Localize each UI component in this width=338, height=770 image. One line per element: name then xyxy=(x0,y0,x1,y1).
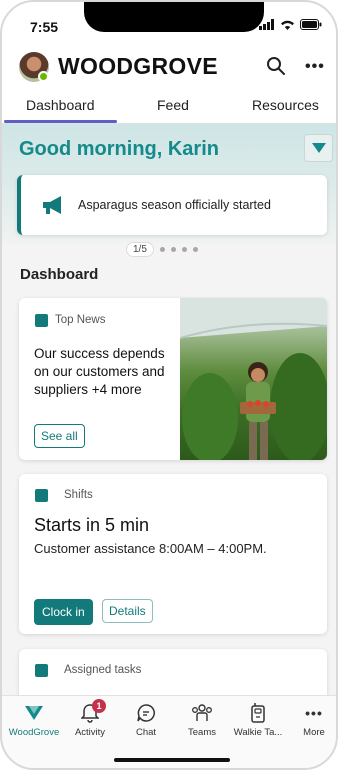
pager-dot[interactable] xyxy=(170,247,176,252)
teams-icon xyxy=(192,704,212,721)
tab-resources[interactable]: Resources xyxy=(252,97,319,113)
signal-icon xyxy=(259,19,274,30)
tab-dashboard[interactable]: Dashboard xyxy=(26,97,95,113)
shifts-card[interactable]: Shifts Starts in 5 min Customer assistan… xyxy=(19,474,327,634)
news-photo xyxy=(179,298,327,460)
clock-in-button[interactable]: Clock in xyxy=(34,599,93,625)
status-icons xyxy=(259,19,322,30)
announcement-text: Asparagus season officially started xyxy=(78,198,271,212)
nav-walkie-talkie[interactable]: Walkie Ta... xyxy=(230,702,286,738)
home-indicator xyxy=(114,758,230,762)
carousel-pager: 1/5 xyxy=(126,242,198,257)
app-header: WOODGROVE ••• Dashboard Feed Resources xyxy=(2,46,336,124)
shifts-clock-icon xyxy=(35,489,48,502)
greeting-text: Good morning, Karin xyxy=(19,138,219,160)
top-news-card[interactable]: Top News Our success depends on our cust… xyxy=(19,298,327,460)
shift-title: Starts in 5 min xyxy=(34,515,150,535)
nav-teams[interactable]: Teams xyxy=(174,702,230,738)
details-button[interactable]: Details xyxy=(102,599,153,623)
card-label: Top News xyxy=(55,314,106,326)
active-tab-indicator xyxy=(4,120,117,123)
status-bar: 7:55 xyxy=(2,2,336,50)
wifi-icon xyxy=(281,20,294,30)
nav-woodgrove[interactable]: WoodGrove xyxy=(6,702,62,738)
camera-notch xyxy=(84,2,264,32)
activity-badge: 1 xyxy=(92,699,106,713)
farmer-illustration xyxy=(179,298,327,460)
more-options-icon[interactable]: ••• xyxy=(305,58,325,76)
nav-chat[interactable]: Chat xyxy=(118,702,174,738)
nav-label: Activity xyxy=(74,727,106,738)
search-icon[interactable] xyxy=(266,56,286,76)
shift-detail: Customer assistance 8:00AM – 4:00PM. xyxy=(34,541,267,556)
news-icon xyxy=(35,314,48,327)
megaphone-icon xyxy=(43,196,61,214)
see-all-button[interactable]: See all xyxy=(34,424,85,448)
pager-label: 1/5 xyxy=(126,242,154,257)
bottom-navigation: WoodGrove 1 Activity Chat Teams Walkie T… xyxy=(2,695,336,768)
nav-label: More xyxy=(303,727,325,738)
section-title: Dashboard xyxy=(20,266,99,283)
nav-label: Chat xyxy=(135,727,157,738)
nav-activity[interactable]: 1 Activity xyxy=(62,699,118,738)
card-label: Assigned tasks xyxy=(64,664,142,676)
app-title: WOODGROVE xyxy=(58,53,218,79)
pager-dot[interactable] xyxy=(159,247,165,252)
woodgrove-logo-icon xyxy=(25,706,43,720)
status-time: 7:55 xyxy=(30,19,59,35)
tab-bar: Dashboard Feed Resources xyxy=(2,92,336,124)
card-label: Shifts xyxy=(64,489,93,501)
announcement-card[interactable]: Asparagus season officially started xyxy=(17,175,327,235)
chat-icon xyxy=(137,704,155,722)
tab-feed[interactable]: Feed xyxy=(157,97,189,113)
walkie-talkie-icon xyxy=(251,703,265,723)
nav-label: Teams xyxy=(188,727,216,738)
pager-dot[interactable] xyxy=(181,247,187,252)
nav-more[interactable]: ••• More xyxy=(286,702,336,738)
nav-label: Walkie Ta... xyxy=(233,727,283,738)
more-icon: ••• xyxy=(305,705,323,721)
chevron-down-icon xyxy=(311,143,326,153)
pager-dot[interactable] xyxy=(192,247,198,252)
presence-available-icon xyxy=(38,71,49,82)
collapse-button[interactable] xyxy=(304,134,333,162)
nav-label: WoodGrove xyxy=(8,727,60,738)
news-headline: Our success depends on our customers and… xyxy=(34,346,165,397)
battery-icon xyxy=(300,19,322,30)
phone-frame: 7:55 WOODGROVE ••• Dashboard Feed Resour… xyxy=(0,0,338,770)
tasks-icon xyxy=(35,664,48,677)
